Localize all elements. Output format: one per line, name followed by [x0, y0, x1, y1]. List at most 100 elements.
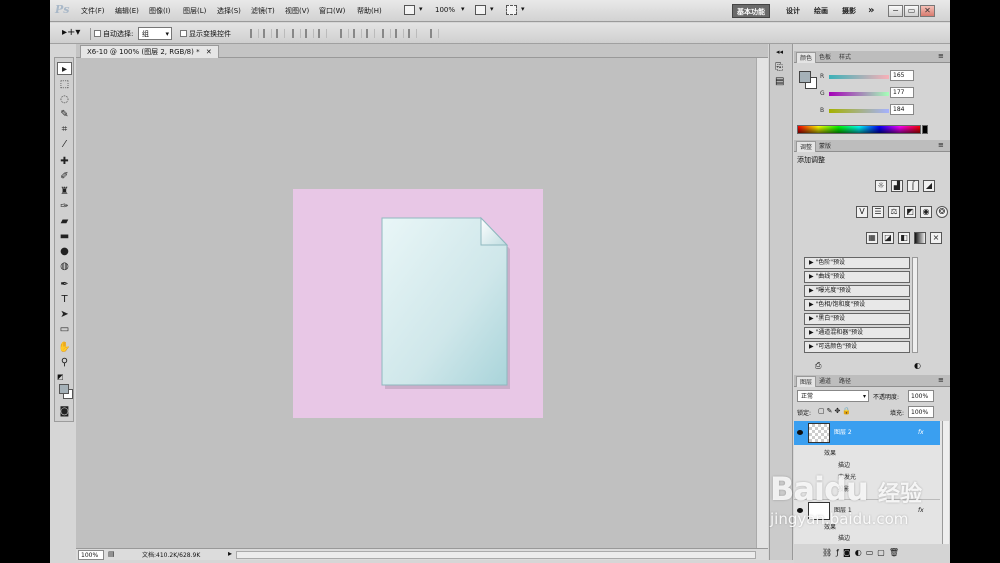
- menu-image[interactable]: 图像(I): [149, 6, 171, 16]
- panel-menu-icon[interactable]: ≡: [938, 141, 944, 149]
- extras-icon[interactable]: [506, 5, 517, 15]
- menu-edit[interactable]: 编辑(E): [115, 6, 139, 16]
- path-select-tool-icon[interactable]: ➤: [57, 308, 72, 321]
- layer-effects-row[interactable]: 效果: [794, 522, 940, 533]
- fx-icon[interactable]: fx: [918, 505, 924, 516]
- menu-select[interactable]: 选择(S): [217, 6, 241, 16]
- move-tool-icon[interactable]: ▸: [57, 62, 72, 75]
- visibility-eye-icon[interactable]: [797, 430, 803, 435]
- arrange-documents-icon[interactable]: [475, 5, 486, 15]
- tab-adjustments[interactable]: 调整: [796, 141, 817, 152]
- effect-inner-glow-row[interactable]: 内发光: [794, 472, 940, 483]
- selective-color-icon[interactable]: ⨯: [930, 232, 942, 244]
- layers-scrollbar[interactable]: [942, 421, 949, 544]
- effect-stroke-row[interactable]: 描边: [794, 533, 940, 544]
- align-right-icon[interactable]: [318, 29, 327, 38]
- distribute-bottom-icon[interactable]: [366, 29, 375, 38]
- preset-channel-mixer[interactable]: ▶ "通道混和器"预设: [804, 327, 910, 339]
- marquee-tool-icon[interactable]: ⬚: [57, 78, 72, 91]
- status-menu-arrow-icon[interactable]: ▸: [228, 549, 232, 558]
- hand-tool-icon[interactable]: ✋: [57, 341, 72, 354]
- auto-select-checkbox[interactable]: [94, 30, 101, 39]
- align-bottom-icon[interactable]: [276, 29, 285, 38]
- gradient-tool-icon[interactable]: ▬: [57, 230, 72, 243]
- crop-tool-icon[interactable]: ⌗: [57, 123, 72, 136]
- dropdown-arrow-icon[interactable]: ▾: [521, 5, 525, 13]
- workspace-photo-button[interactable]: 摄影: [838, 4, 860, 18]
- layer-row-1[interactable]: 图层 1 fx: [794, 499, 940, 521]
- align-top-icon[interactable]: [250, 29, 259, 38]
- channel-g-value[interactable]: 177: [890, 87, 914, 98]
- black-swatch[interactable]: [922, 125, 928, 134]
- effect-stroke-row[interactable]: 描边: [794, 460, 940, 471]
- menu-layer[interactable]: 图层(L): [183, 6, 206, 16]
- shape-tool-icon[interactable]: ▭: [57, 323, 72, 336]
- clone-stamp-tool-icon[interactable]: ♜: [57, 185, 72, 198]
- preset-hue-sat[interactable]: ▶ "色相/饱和度"预设: [804, 299, 910, 311]
- canvas-area[interactable]: [76, 58, 768, 548]
- minimize-button[interactable]: −: [888, 5, 903, 17]
- menu-file[interactable]: 文件(F): [81, 6, 105, 16]
- channel-r-value[interactable]: 165: [890, 70, 914, 81]
- preset-bw[interactable]: ▶ "黑白"预设: [804, 313, 910, 325]
- panel-menu-icon[interactable]: ≡: [938, 52, 944, 60]
- opacity-field[interactable]: 100%: [908, 390, 934, 402]
- restore-button[interactable]: ▭: [904, 5, 919, 17]
- tab-channels[interactable]: 通道: [816, 376, 834, 387]
- presets-scrollbar[interactable]: [912, 257, 918, 353]
- move-tool-preset-icon[interactable]: ▸+▾: [62, 27, 80, 38]
- effect-drop-shadow-row[interactable]: 投影: [794, 484, 940, 495]
- panel-dock-icon[interactable]: ◂◂: [776, 48, 783, 56]
- preset-exposure[interactable]: ▶ "曝光度"预设: [804, 285, 910, 297]
- menu-help[interactable]: 帮助(H): [357, 6, 382, 16]
- preset-selective-color[interactable]: ▶ "可选颜色"预设: [804, 341, 910, 353]
- horizontal-scrollbar[interactable]: [236, 551, 756, 559]
- channel-mixer-icon[interactable]: ❂: [936, 206, 948, 218]
- tab-swatches[interactable]: 色板: [816, 52, 834, 63]
- photo-filter-icon[interactable]: ◉: [920, 206, 932, 218]
- align-left-icon[interactable]: [292, 29, 301, 38]
- tab-masks[interactable]: 蒙版: [816, 141, 834, 152]
- layer-row-2[interactable]: 图层 2 fx: [794, 421, 940, 445]
- history-brush-tool-icon[interactable]: ✑: [57, 200, 72, 213]
- distribute-vcenter-icon[interactable]: [353, 29, 362, 38]
- invert-icon[interactable]: ▦: [866, 232, 878, 244]
- panel-menu-icon[interactable]: ≡: [938, 376, 944, 384]
- actions-panel-icon[interactable]: ▤: [775, 76, 784, 87]
- layers-footer-icons[interactable]: ⛓ƒ◙◐▭▢🗑: [822, 548, 903, 557]
- lasso-tool-icon[interactable]: ◌: [57, 93, 72, 106]
- tab-styles[interactable]: 样式: [836, 52, 854, 63]
- pen-tool-icon[interactable]: ✒: [57, 278, 72, 291]
- zoom-level-select[interactable]: 100%: [435, 6, 455, 14]
- tab-color[interactable]: 颜色: [796, 52, 817, 63]
- menu-view[interactable]: 视图(V): [285, 6, 309, 16]
- black-white-icon[interactable]: ◩: [904, 206, 916, 218]
- auto-select-dropdown[interactable]: 组 ▾: [138, 27, 172, 40]
- show-transform-checkbox[interactable]: [180, 30, 187, 39]
- lock-options-icon[interactable]: ▢✎✥🔒: [818, 407, 853, 415]
- tab-paths[interactable]: 路径: [836, 376, 854, 387]
- blur-tool-icon[interactable]: ●: [57, 245, 72, 258]
- eraser-tool-icon[interactable]: ▰: [57, 215, 72, 228]
- fill-field[interactable]: 100%: [908, 406, 934, 418]
- preset-curves[interactable]: ▶ "曲线"预设: [804, 271, 910, 283]
- zoom-field[interactable]: 100%: [78, 550, 104, 560]
- brightness-contrast-icon[interactable]: ☼: [875, 180, 887, 192]
- document-tab[interactable]: X6-10 @ 100% (图层 2, RGB/8) * ✕: [80, 45, 219, 58]
- screen-mode-icon[interactable]: [404, 5, 415, 15]
- distribute-left-icon[interactable]: [382, 29, 391, 38]
- color-balance-icon[interactable]: ⚖: [888, 206, 900, 218]
- levels-icon[interactable]: ▟: [891, 180, 903, 192]
- zoom-tool-icon[interactable]: ⚲: [57, 356, 72, 369]
- fx-icon[interactable]: fx: [918, 427, 924, 438]
- quick-select-tool-icon[interactable]: ✎: [57, 108, 72, 121]
- vibrance-icon[interactable]: V: [856, 206, 868, 218]
- channel-g-slider[interactable]: [829, 92, 889, 96]
- layer-effects-row[interactable]: 效果: [794, 448, 940, 459]
- align-vcenter-icon[interactable]: [263, 29, 272, 38]
- close-button[interactable]: ✕: [920, 5, 935, 17]
- workspace-design-button[interactable]: 设计: [782, 4, 804, 18]
- menu-window[interactable]: 窗口(W): [319, 6, 345, 16]
- foreground-color-swatch[interactable]: [59, 384, 69, 394]
- quick-mask-icon[interactable]: ◙: [57, 405, 72, 418]
